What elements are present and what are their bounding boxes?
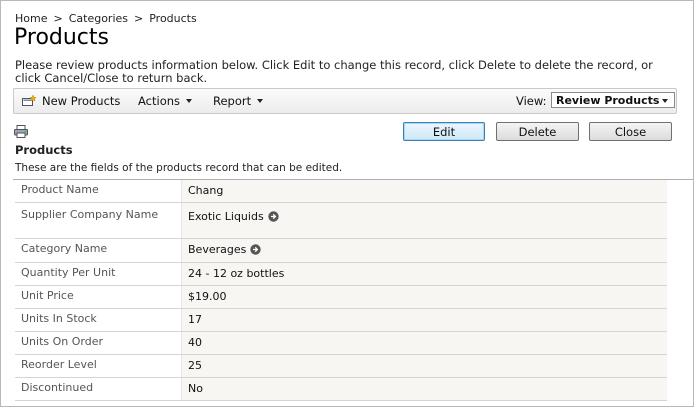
record-fields: Product Name Chang Supplier Company Name… bbox=[15, 180, 667, 401]
report-menu[interactable]: Report bbox=[213, 89, 264, 113]
field-value: 24 - 12 oz bottles bbox=[181, 263, 667, 285]
field-value: 40 bbox=[181, 332, 667, 354]
chevron-down-icon bbox=[186, 99, 193, 103]
field-label: Unit Price bbox=[15, 286, 181, 308]
field-value: 17 bbox=[181, 309, 667, 331]
breadcrumb-separator: > bbox=[53, 12, 63, 25]
breadcrumb-categories[interactable]: Categories bbox=[69, 12, 128, 25]
field-value: No bbox=[181, 378, 667, 400]
chevron-down-icon bbox=[662, 99, 668, 103]
field-label: Discontinued bbox=[15, 378, 181, 400]
field-row: Discontinued No bbox=[15, 378, 667, 401]
field-value: Beverages bbox=[181, 239, 667, 262]
field-row: Supplier Company Name Exotic Liquids bbox=[15, 203, 667, 239]
section-title: Products bbox=[15, 143, 73, 157]
field-row: Unit Price $19.00 bbox=[15, 286, 667, 309]
field-value: $19.00 bbox=[181, 286, 667, 308]
field-value: Exotic Liquids bbox=[181, 203, 667, 238]
arrow-right-circle-icon[interactable] bbox=[250, 244, 262, 255]
field-label: Category Name bbox=[15, 239, 181, 262]
field-label: Quantity Per Unit bbox=[15, 263, 181, 285]
field-row: Quantity Per Unit 24 - 12 oz bottles bbox=[15, 263, 667, 286]
delete-button[interactable]: Delete bbox=[496, 122, 579, 141]
actions-menu-label: Actions bbox=[138, 94, 181, 108]
field-label: Units In Stock bbox=[15, 309, 181, 331]
field-label: Supplier Company Name bbox=[15, 203, 181, 238]
field-value: 25 bbox=[181, 355, 667, 377]
field-row: Product Name Chang bbox=[15, 180, 667, 203]
print-icon[interactable] bbox=[14, 125, 28, 138]
supplier-link[interactable]: Exotic Liquids bbox=[188, 210, 264, 223]
breadcrumb: Home > Categories > Products bbox=[15, 12, 197, 25]
view-select[interactable]: Review Products bbox=[551, 92, 675, 108]
page-intro: Please review products information below… bbox=[15, 58, 653, 85]
action-bar: New Products Actions Report View: Review… bbox=[13, 88, 677, 114]
category-link[interactable]: Beverages bbox=[188, 243, 246, 256]
breadcrumb-home[interactable]: Home bbox=[15, 12, 47, 25]
field-label: Product Name bbox=[15, 180, 181, 202]
chevron-down-icon bbox=[257, 99, 264, 103]
new-record-icon bbox=[22, 95, 36, 106]
breadcrumb-products: Products bbox=[149, 12, 197, 25]
actions-menu[interactable]: Actions bbox=[138, 89, 193, 113]
field-label: Reorder Level bbox=[15, 355, 181, 377]
report-menu-label: Report bbox=[213, 94, 252, 108]
close-button[interactable]: Close bbox=[589, 122, 672, 141]
new-products-button[interactable]: New Products bbox=[42, 89, 120, 113]
view-select-value: Review Products bbox=[556, 94, 660, 107]
section-description: These are the fields of the products rec… bbox=[15, 162, 343, 174]
field-value: Chang bbox=[181, 180, 667, 202]
breadcrumb-separator: > bbox=[134, 12, 144, 25]
arrow-right-circle-icon[interactable] bbox=[267, 211, 279, 222]
page-frame: Home > Categories > Products Products Please… bbox=[0, 0, 694, 407]
field-row: Units In Stock 17 bbox=[15, 309, 667, 332]
edit-button[interactable]: Edit bbox=[403, 122, 485, 141]
page-title: Products bbox=[14, 25, 109, 50]
view-label: View: bbox=[516, 94, 547, 108]
field-row: Category Name Beverages bbox=[15, 239, 667, 263]
product-name-value: Chang bbox=[188, 184, 224, 197]
field-row: Units On Order 40 bbox=[15, 332, 667, 355]
field-row: Reorder Level 25 bbox=[15, 355, 667, 378]
field-label: Units On Order bbox=[15, 332, 181, 354]
